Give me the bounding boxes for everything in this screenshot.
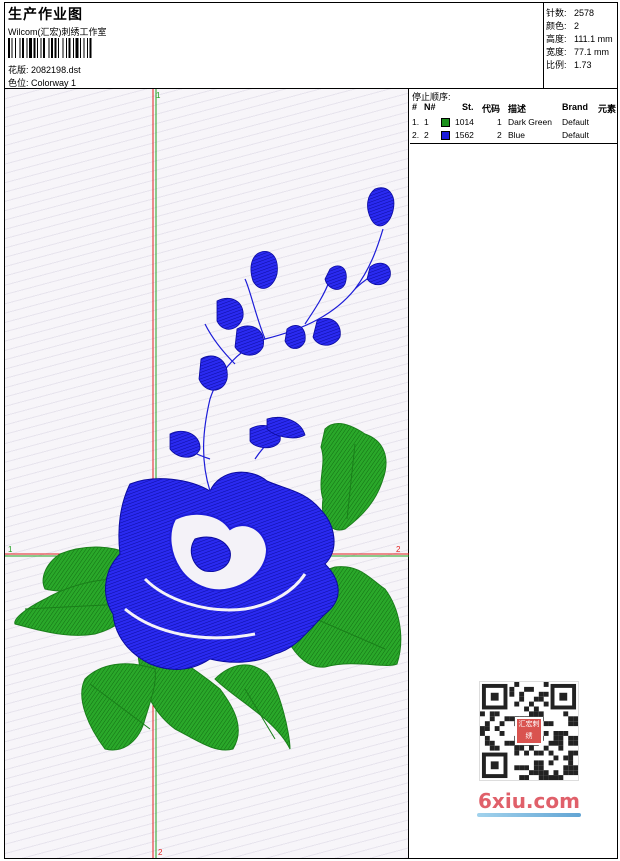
site-watermark: 汇宏刺绣 6xiu.com xyxy=(471,681,587,821)
design-file: 2082198.dst xyxy=(31,65,81,75)
stat-stitches: 针数: 2578 xyxy=(546,8,595,18)
col-n: N# xyxy=(424,102,436,112)
design-canvas[interactable]: 1 1 2 2 xyxy=(5,89,409,858)
col-code: 代码 xyxy=(482,104,501,114)
sheet-header: 生产作业图 Wilcom(汇宏)刺绣工作室 花版: 2082198.dst 色位… xyxy=(5,3,617,89)
right-marker: 2 xyxy=(396,545,401,554)
site-name: 6xiu.com xyxy=(478,789,580,813)
colorway-name: Colorway 1 xyxy=(31,78,77,88)
design-label: 花版: xyxy=(8,65,29,75)
colorway-label: 色位: xyxy=(8,78,29,88)
stat-width: 宽度: 77.1 mm xyxy=(546,47,610,57)
left-marker: 1 xyxy=(8,545,13,554)
blue-small-leaves xyxy=(169,187,395,458)
stat-scale: 比例: 1.73 xyxy=(546,60,592,70)
site-underline xyxy=(477,813,581,817)
col-st: St. xyxy=(462,102,474,112)
design-file-line: 花版: 2082198.dst xyxy=(8,63,81,76)
colorway-line: 色位: Colorway 1 xyxy=(8,76,76,89)
stat-colors: 颜色: 2 xyxy=(546,21,580,31)
stats-panel: 针数: 2578 颜色: 2 高度: 111.1 mm 宽度: 77.1 mm 比例: 1… xyxy=(543,3,617,89)
production-sheet: 生产作业图 Wilcom(汇宏)刺绣工作室 花版: 2082198.dst 色位… xyxy=(4,2,618,859)
page-title: 生产作业图 xyxy=(8,6,83,22)
col-desc: 描述 xyxy=(508,104,527,114)
stop-sequence-panel: 停止顺序: # N# St. 代码 描述 Brand 元素 1. 1 1014 … xyxy=(410,89,617,144)
col-element: 元素 xyxy=(598,104,617,114)
top-marker: 1 xyxy=(156,91,161,100)
color-swatch-blue xyxy=(441,131,450,140)
col-hash: # xyxy=(412,102,418,112)
barcode xyxy=(8,38,92,58)
bottom-marker: 2 xyxy=(158,848,163,857)
col-brand: Brand xyxy=(562,102,589,112)
stat-height: 高度: 111.1 mm xyxy=(546,34,613,44)
company-name: Wilcom(汇宏)刺绣工作室 xyxy=(8,27,107,37)
color-swatch-green xyxy=(441,118,450,127)
qr-badge: 汇宏刺绣 xyxy=(515,717,543,745)
embroidery-preview: 1 1 2 2 xyxy=(5,89,409,858)
